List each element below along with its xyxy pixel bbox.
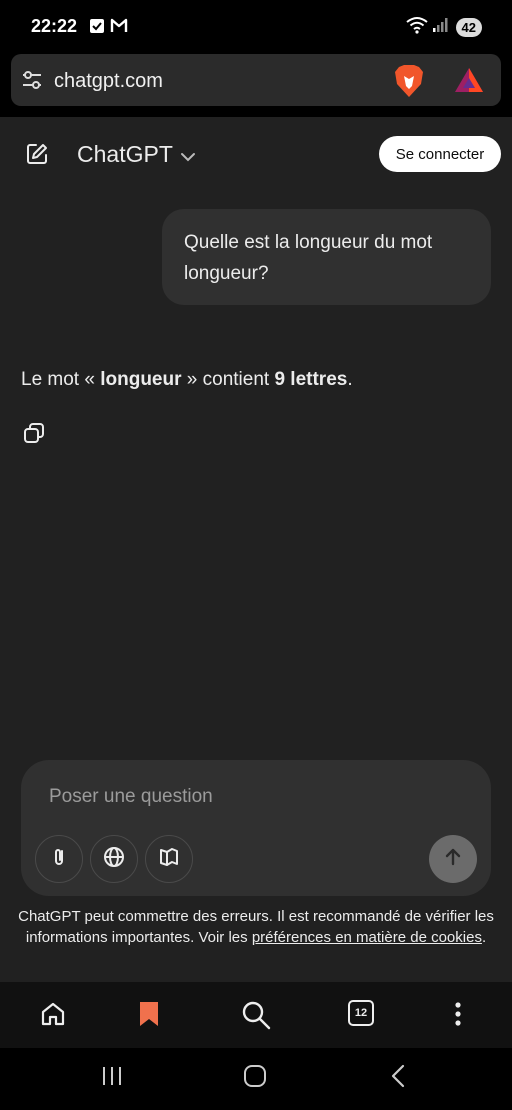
assistant-message: Le mot « longueur » contient 9 lettres. (21, 369, 353, 391)
status-indicators: 42 (405, 16, 482, 39)
login-button[interactable]: Se connecter (379, 136, 501, 172)
check-notification-icon (90, 19, 104, 33)
disclaimer: ChatGPT peut commettre des erreurs. Il e… (10, 906, 502, 948)
assistant-suffix: . (347, 369, 353, 390)
assistant-count: 9 lettres (274, 369, 348, 390)
book-icon (158, 846, 180, 873)
assistant-middle: » contient (181, 369, 275, 390)
browser-toolbar: chatgpt.com (0, 52, 512, 117)
tabs-button[interactable]: 12 (348, 1000, 374, 1026)
status-bar: 22:22 42 (0, 0, 512, 52)
home-icon[interactable] (39, 1000, 67, 1033)
web-search-button[interactable] (90, 835, 138, 883)
more-menu-icon[interactable] (453, 1000, 463, 1033)
tune-icon[interactable] (21, 70, 43, 95)
send-button[interactable] (429, 835, 477, 883)
globe-icon (102, 845, 126, 874)
cookie-preferences-link[interactable]: préférences en matière de cookies (252, 929, 482, 946)
copy-icon[interactable] (22, 421, 46, 450)
bookmark-icon[interactable] (137, 1000, 161, 1033)
study-button[interactable] (145, 835, 193, 883)
bat-rewards-icon[interactable] (453, 66, 485, 99)
wifi-icon (405, 16, 428, 39)
status-time: 22:22 (31, 16, 78, 36)
new-chat-icon[interactable] (25, 142, 49, 171)
back-icon[interactable] (388, 1064, 408, 1093)
composer: Poser une question (21, 760, 491, 896)
app-header: ChatGPT Se connecter (0, 117, 512, 192)
model-title[interactable]: ChatGPT (77, 141, 173, 168)
system-nav-bar (0, 1048, 512, 1110)
prompt-input[interactable]: Poser une question (49, 786, 213, 808)
browser-bottom-nav: 12 (0, 982, 512, 1048)
brave-lion-icon[interactable] (394, 64, 424, 103)
attach-icon (48, 846, 70, 873)
search-icon[interactable] (241, 1000, 271, 1035)
user-message: Quelle est la longueur du mot longueur? (162, 209, 491, 305)
recent-apps-icon[interactable] (100, 1064, 124, 1093)
assistant-prefix: Le mot « (21, 369, 101, 390)
attach-button[interactable] (35, 835, 83, 883)
url-text[interactable]: chatgpt.com (54, 70, 163, 93)
chevron-down-icon[interactable] (180, 149, 196, 167)
signal-icon (432, 17, 448, 38)
address-bar[interactable]: chatgpt.com (11, 54, 501, 106)
disclaimer-end: . (481, 929, 487, 946)
gmail-icon (110, 18, 128, 38)
battery-badge: 42 (455, 18, 482, 37)
tab-count: 12 (348, 1000, 374, 1026)
arrow-up-icon (443, 847, 463, 872)
assistant-word: longueur (100, 369, 182, 390)
home-button-icon[interactable] (243, 1064, 267, 1093)
